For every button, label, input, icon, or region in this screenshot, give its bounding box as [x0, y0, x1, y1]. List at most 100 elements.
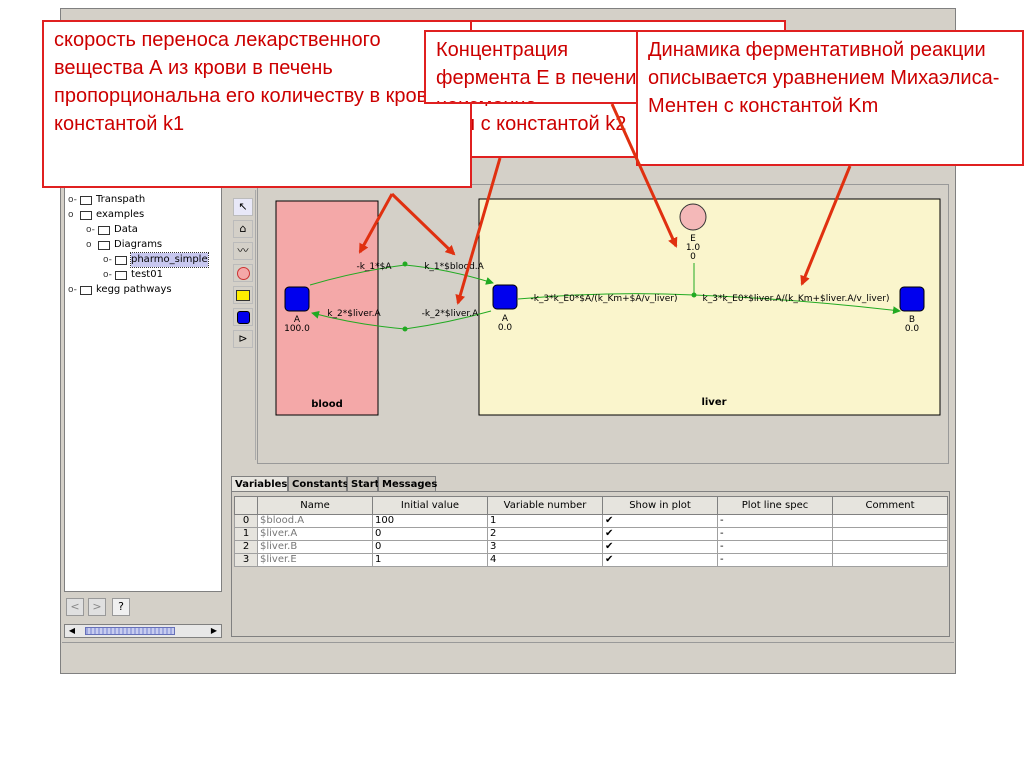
liver-compartment[interactable] [478, 198, 941, 416]
cell-comment[interactable] [832, 527, 948, 541]
tab-start[interactable]: Start [347, 476, 379, 491]
tree-item-label: pharmo_simple [130, 252, 209, 268]
tree-item-transpath[interactable]: o- Transpath [68, 193, 145, 207]
reaction-label: k_3*k_E0*$liver.A/(k_Km+$liver.A/v_liver… [703, 294, 890, 304]
cell-comment[interactable] [832, 514, 948, 528]
cell-plot-line-spec[interactable]: - [717, 540, 833, 554]
cell-initial-value[interactable]: 100 [372, 514, 488, 528]
cell-show-in-plot-checkbox[interactable]: ✔ [602, 540, 718, 554]
cell-comment[interactable] [832, 553, 948, 567]
tree-item-label: Diagrams [114, 239, 163, 250]
edge-tool-icon[interactable]: ⌂ [233, 220, 253, 238]
tree-item-label: kegg pathways [96, 284, 172, 295]
diagram-canvas[interactable]: blood liver -k_1*$A k_1*$blood.A k_2*$li… [257, 184, 949, 464]
table-row[interactable]: 0 $blood.A 100 1 ✔ - [234, 514, 948, 528]
callout-enzyme-e: Концентрация фермента E в печени неизмен… [424, 30, 654, 104]
row-index: 3 [234, 553, 258, 567]
help-button[interactable]: ? [112, 598, 130, 616]
tree-item-pharmo-simple[interactable]: o-pharmo_simple [103, 252, 209, 268]
reaction-point[interactable] [402, 261, 408, 267]
reaction-point[interactable] [691, 292, 697, 298]
liver-compartment-label: liver [701, 397, 726, 408]
expand-icon[interactable]: o- [103, 268, 115, 282]
tree-item-data[interactable]: o- Data [86, 223, 138, 237]
tree-item-examples[interactable]: o examples [68, 208, 144, 222]
folder-icon [115, 270, 127, 280]
reaction-point[interactable] [402, 326, 408, 332]
cell-name[interactable]: $blood.A [257, 514, 373, 528]
cell-show-in-plot-checkbox[interactable]: ✔ [602, 514, 718, 528]
cell-plot-line-spec[interactable]: - [717, 514, 833, 528]
folder-icon [80, 195, 92, 205]
species-node-liver-b[interactable] [899, 286, 925, 312]
cell-name[interactable]: $liver.A [257, 527, 373, 541]
cell-variable-number[interactable]: 4 [487, 553, 603, 567]
expand-icon[interactable]: o- [86, 223, 98, 237]
cell-plot-line-spec[interactable]: - [717, 527, 833, 541]
diagram-toolbar: ↖ ⌂ 〰 ⊳ [231, 190, 256, 460]
column-header[interactable]: Name [257, 496, 373, 515]
cell-name[interactable]: $liver.E [257, 553, 373, 567]
variables-table[interactable]: Name Initial value Variable number Show … [234, 496, 948, 567]
tree-item-test01[interactable]: o-test01 [103, 268, 163, 282]
column-header[interactable]: Variable number [487, 496, 603, 515]
repository-tree[interactable]: o- Transpath o examples o- Data o Diagrams o… [64, 180, 222, 592]
diagram-svg: blood liver -k_1*$A k_1*$blood.A k_2*$li… [275, 198, 941, 416]
folder-icon [80, 285, 92, 295]
tree-item-diagrams[interactable]: o Diagrams [86, 238, 162, 252]
scroll-left-icon[interactable]: ◀ [66, 625, 78, 637]
tree-horizontal-scrollbar[interactable]: ◀ ▶ [64, 624, 222, 638]
node-value: 0.0 [905, 324, 920, 334]
tree-item-label: Transpath [96, 194, 146, 205]
navigation-bar: < > ? [64, 598, 222, 620]
expand-icon[interactable]: o [86, 238, 98, 252]
expand-icon[interactable]: o- [103, 253, 115, 267]
wave-tool-icon[interactable]: 〰 [233, 242, 253, 260]
expand-icon[interactable]: o- [68, 283, 80, 297]
tree-item-kegg-pathways[interactable]: o-kegg pathways [68, 283, 172, 297]
expand-icon[interactable]: o- [68, 193, 80, 207]
select-arrow-icon[interactable]: ↖ [233, 198, 253, 216]
cell-initial-value[interactable]: 0 [372, 527, 488, 541]
cell-variable-number[interactable]: 1 [487, 514, 603, 528]
folder-icon [98, 240, 110, 250]
tab-constants[interactable]: Constants [288, 476, 349, 491]
forward-button[interactable]: > [88, 598, 106, 616]
column-header[interactable]: Plot line spec [717, 496, 833, 515]
cell-variable-number[interactable]: 2 [487, 527, 603, 541]
cell-variable-number[interactable]: 3 [487, 540, 603, 554]
column-header[interactable]: Show in plot [602, 496, 718, 515]
node-value: 0.0 [498, 323, 513, 333]
table-row[interactable]: 2 $liver.B 0 3 ✔ - [234, 540, 948, 554]
blue-node-icon[interactable] [233, 308, 253, 326]
node-value: 0 [690, 252, 696, 262]
column-header[interactable]: Initial value [372, 496, 488, 515]
folder-icon [98, 225, 110, 235]
back-button[interactable]: < [66, 598, 84, 616]
circle-node-icon[interactable] [233, 264, 253, 282]
species-node-liver-a[interactable] [492, 284, 518, 310]
expand-icon[interactable]: o [68, 208, 80, 222]
tab-variables[interactable]: Variables [231, 476, 288, 491]
column-header-index [234, 496, 258, 515]
scrollbar-thumb[interactable] [85, 627, 175, 635]
reaction-label: k_2*$liver.A [327, 309, 381, 319]
tree-item-label: examples [96, 209, 145, 220]
cell-initial-value[interactable]: 1 [372, 553, 488, 567]
column-header[interactable]: Comment [832, 496, 948, 515]
species-node-blood-a[interactable] [284, 286, 310, 312]
yellow-compartment-icon[interactable] [233, 286, 253, 304]
cell-initial-value[interactable]: 0 [372, 540, 488, 554]
row-index: 2 [234, 540, 258, 554]
reaction-tool-icon[interactable]: ⊳ [233, 330, 253, 348]
scroll-right-icon[interactable]: ▶ [208, 625, 220, 637]
table-row[interactable]: 1 $liver.A 0 2 ✔ - [234, 527, 948, 541]
cell-name[interactable]: $liver.B [257, 540, 373, 554]
table-row[interactable]: 3 $liver.E 1 4 ✔ - [234, 553, 948, 567]
cell-show-in-plot-checkbox[interactable]: ✔ [602, 527, 718, 541]
cell-plot-line-spec[interactable]: - [717, 553, 833, 567]
enzyme-node-e[interactable] [679, 203, 707, 231]
cell-comment[interactable] [832, 540, 948, 554]
cell-show-in-plot-checkbox[interactable]: ✔ [602, 553, 718, 567]
tab-messages[interactable]: Messages [378, 476, 437, 491]
